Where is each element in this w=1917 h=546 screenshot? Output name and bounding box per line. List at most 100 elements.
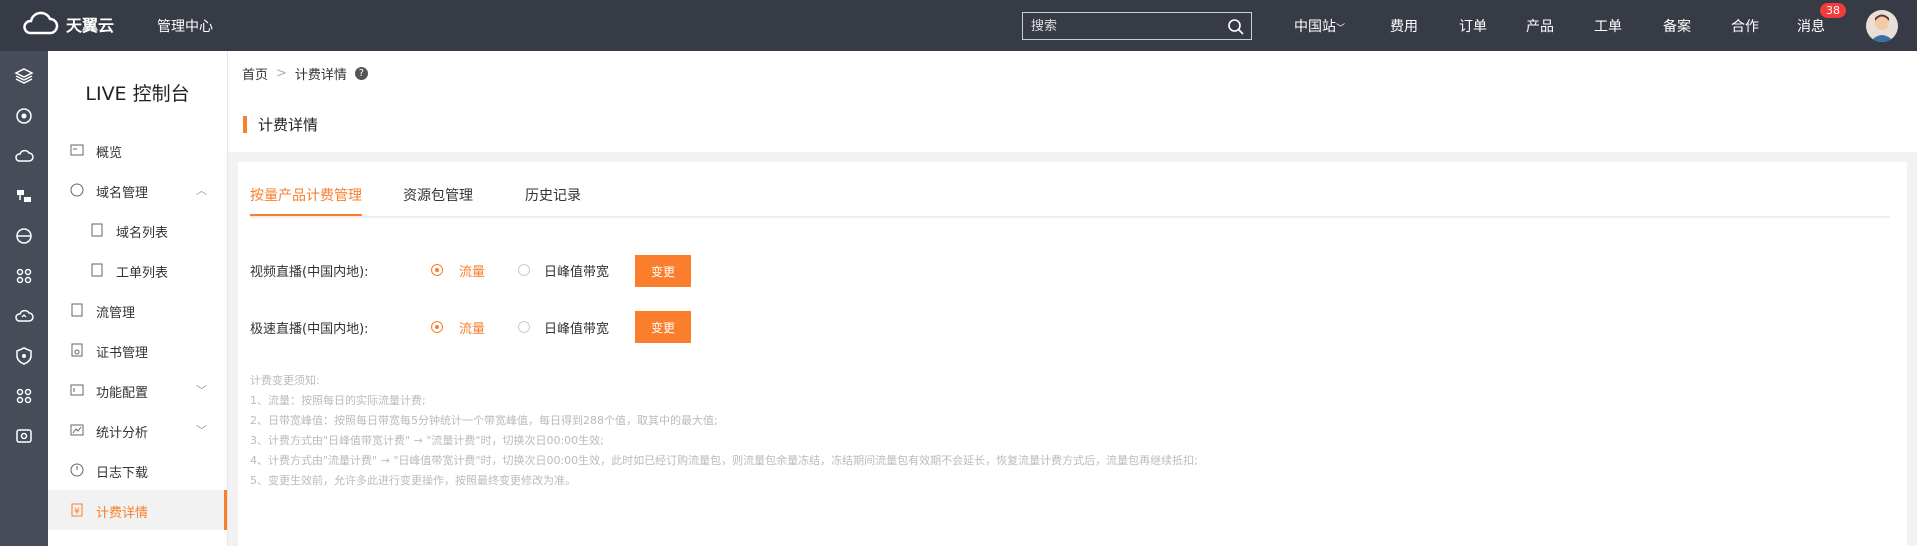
sidebar-item-log-download[interactable]: 日志下载 bbox=[48, 450, 227, 490]
sidebar-item-label: 域名列表 bbox=[116, 226, 169, 241]
tab-usage-billing[interactable]: 按量产品计费管理 bbox=[250, 185, 362, 216]
chevron-down-icon: ﹀ bbox=[196, 424, 207, 437]
sidebar-item-domain-management[interactable]: 域名管理 ︿ bbox=[48, 170, 227, 210]
document-icon bbox=[91, 223, 103, 237]
tab-resource-packages[interactable]: 资源包管理 bbox=[403, 185, 473, 214]
radio-traffic-label: 流量 bbox=[459, 322, 486, 337]
chevron-down-icon: ﹀ bbox=[1336, 24, 1346, 34]
cloud-logo-icon bbox=[23, 11, 59, 35]
document-icon bbox=[71, 303, 83, 317]
search-input[interactable] bbox=[1023, 13, 1219, 39]
certificate-icon bbox=[71, 343, 83, 357]
avatar[interactable] bbox=[1866, 10, 1898, 42]
sidebar-item-label: 域名管理 bbox=[96, 186, 149, 201]
sidebar-title: LIVE 控制台 bbox=[85, 83, 190, 105]
radio-peak-bandwidth[interactable] bbox=[518, 264, 530, 276]
radio-traffic-label: 流量 bbox=[459, 265, 486, 280]
tab-history[interactable]: 历史记录 bbox=[525, 185, 581, 214]
layers-icon[interactable] bbox=[14, 66, 34, 86]
nav-cooperation[interactable]: 合作 bbox=[1731, 16, 1759, 36]
cloud-refresh-icon[interactable] bbox=[14, 306, 34, 326]
nav-fees[interactable]: 费用 bbox=[1390, 16, 1418, 36]
chevron-up-icon: ︿ bbox=[196, 184, 207, 197]
breadcrumb-bar: 首页 > 计费详情 ? bbox=[228, 51, 1917, 93]
shield-icon[interactable] bbox=[14, 346, 34, 366]
search-icon[interactable] bbox=[1227, 18, 1245, 36]
nav-messages[interactable]: 消息 bbox=[1797, 16, 1825, 36]
notes-line: 3、计费方式由"日峰值带宽计费" → "流量计费"时，切换次日00:00生效; bbox=[250, 434, 604, 447]
radio-peak-bandwidth-label: 日峰值带宽 bbox=[544, 322, 610, 337]
yen-icon: ¥ bbox=[71, 503, 83, 517]
www-icon bbox=[70, 183, 84, 197]
sidebar-item-label: 概览 bbox=[96, 146, 123, 161]
tab-bar: 按量产品计费管理 资源包管理 历史记录 bbox=[250, 162, 1890, 218]
product-rail bbox=[0, 51, 48, 546]
notes-heading: 计费变更须知: bbox=[250, 374, 320, 387]
billing-change-notes: 计费变更须知: 1、流量：按照每日的实际流量计费; 2、日带宽峰值：按照每日带宽… bbox=[250, 371, 1198, 491]
sidebar-item-certificate-management[interactable]: 证书管理 bbox=[48, 330, 227, 370]
change-button[interactable]: 变更 bbox=[635, 255, 691, 287]
page-title: 计费详情 bbox=[258, 116, 319, 134]
sidebar-item-label: 计费详情 bbox=[96, 506, 149, 521]
sidebar-item-label: 日志下载 bbox=[96, 466, 149, 481]
sidebar-item-label: 流管理 bbox=[96, 306, 136, 321]
breadcrumb-home[interactable]: 首页 bbox=[242, 64, 268, 83]
help-icon[interactable]: ? bbox=[354, 67, 368, 80]
message-count-badge: 38 bbox=[1820, 3, 1846, 18]
radio-peak-bandwidth[interactable] bbox=[518, 321, 530, 333]
console-sidebar: LIVE 控制台 概览 域名管理 ︿ 域名列表 工单列表 流管理 证书管理 功能… bbox=[48, 51, 228, 546]
sidebar-item-feature-config[interactable]: 功能配置 ﹀ bbox=[48, 370, 227, 410]
notes-line: 5、变更生效前，允许多此进行变更操作，按照最终变更修改为准。 bbox=[250, 474, 576, 487]
document-icon bbox=[91, 263, 103, 277]
log-icon bbox=[70, 463, 84, 477]
brand-logo[interactable]: 天翼云 bbox=[20, 11, 114, 37]
sidebar-item-ticket-list[interactable]: 工单列表 bbox=[48, 250, 227, 290]
notes-line: 4、计费方式由"流量计费" → "日峰值带宽计费"时，切换次日00:00生效，此… bbox=[250, 454, 1198, 467]
sidebar-item-label: 功能配置 bbox=[96, 386, 149, 401]
sidebar-item-label: 证书管理 bbox=[96, 346, 149, 361]
svg-text:¥: ¥ bbox=[74, 507, 80, 517]
nav-orders[interactable]: 订单 bbox=[1459, 16, 1487, 36]
nodes2-icon[interactable] bbox=[14, 386, 34, 406]
sidebar-item-stream-management[interactable]: 流管理 bbox=[48, 290, 227, 330]
storage-icon[interactable] bbox=[14, 426, 34, 446]
brand-name: 天翼云 bbox=[66, 16, 115, 35]
billing-panel: 按量产品计费管理 资源包管理 历史记录 视频直播(中国内地): 流量 日峰值带宽… bbox=[238, 162, 1907, 546]
nodes-icon[interactable] bbox=[14, 266, 34, 286]
breadcrumb-current: 计费详情 bbox=[294, 68, 347, 83]
sidebar-item-billing-details[interactable]: ¥ 计费详情 bbox=[48, 490, 227, 530]
sidebar-item-statistics[interactable]: 统计分析 ﹀ bbox=[48, 410, 227, 450]
radio-traffic[interactable] bbox=[431, 321, 443, 333]
management-center-link[interactable]: 管理中心 bbox=[157, 16, 213, 36]
settings-circle-icon[interactable] bbox=[14, 106, 34, 126]
notes-line: 1、流量：按照每日的实际流量计费; bbox=[250, 394, 426, 407]
sidebar-item-label: 统计分析 bbox=[96, 426, 149, 441]
cloud-icon[interactable] bbox=[14, 146, 34, 166]
chart-icon bbox=[70, 424, 84, 436]
sidebar-item-domain-list[interactable]: 域名列表 bbox=[48, 210, 227, 250]
top-bar: 天翼云 管理中心 中国站﹀ 费用 订单 产品 工单 备案 合作 消息 38 bbox=[0, 0, 1917, 51]
chevron-right-icon: > bbox=[276, 66, 287, 81]
overview-icon bbox=[70, 144, 84, 156]
radio-traffic[interactable] bbox=[431, 264, 443, 276]
nav-label: 中国站 bbox=[1294, 19, 1336, 35]
chevron-down-icon: ﹀ bbox=[196, 384, 207, 397]
database-icon[interactable] bbox=[14, 186, 34, 206]
breadcrumb: 首页 > 计费详情 ? bbox=[242, 64, 368, 83]
sidebar-item-overview[interactable]: 概览 bbox=[48, 130, 227, 170]
notes-line: 2、日带宽峰值：按照每日带宽每5分钟统计一个带宽峰值，每日得到288个值，取其中… bbox=[250, 414, 718, 427]
nav-china-site[interactable]: 中国站﹀ bbox=[1294, 16, 1345, 36]
nav-tickets[interactable]: 工单 bbox=[1594, 16, 1622, 36]
config-icon bbox=[70, 384, 84, 396]
sidebar-item-label: 工单列表 bbox=[116, 266, 169, 281]
search-box bbox=[1022, 12, 1252, 40]
billing-row-label: 视频直播(中国内地): bbox=[250, 265, 369, 280]
title-accent-bar bbox=[243, 116, 247, 133]
page-title-bar: 计费详情 bbox=[228, 92, 1917, 152]
change-button[interactable]: 变更 bbox=[635, 311, 691, 343]
nav-filing[interactable]: 备案 bbox=[1663, 16, 1691, 36]
nav-products[interactable]: 产品 bbox=[1526, 16, 1554, 36]
billing-row-label: 极速直播(中国内地): bbox=[250, 322, 369, 337]
globe-icon[interactable] bbox=[14, 226, 34, 246]
radio-peak-bandwidth-label: 日峰值带宽 bbox=[544, 265, 610, 280]
